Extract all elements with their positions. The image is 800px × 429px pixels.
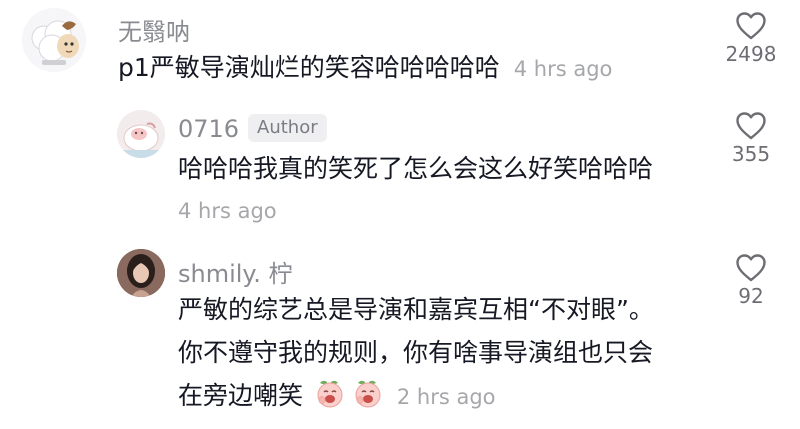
like-count: 355 [731,142,771,166]
cartoon-sheep-avatar-icon [22,8,86,72]
comment-text-last-line: 在旁边嘲笑 2 hrs ago [178,378,496,415]
comment-text-line: p1严敏导演灿烂的笑容哈哈哈哈哈 [118,53,500,82]
reply-username[interactable]: 0716 [178,115,239,143]
heart-icon [736,254,766,282]
comment-text-line: 你不遵守我的规则，你有啥事导演组也只会 [178,338,654,367]
avatar[interactable] [22,8,86,72]
like-count: 2498 [725,42,777,66]
author-badge: Author [248,114,327,142]
comment-text-line: 严敏的综艺总是导演和嘉宾互相“不对眼”。 [178,295,654,324]
like-count: 92 [738,284,764,308]
girl-photo-avatar-icon [117,249,165,297]
heart-icon [736,12,766,40]
comment-text-line: 哈哈哈我真的笑死了怎么会这么好笑哈哈哈 [178,154,654,183]
comment-text: p1严敏导演灿烂的笑容哈哈哈哈哈 4 hrs ago [118,53,612,84]
laughing-peach-emoji-icon [315,378,345,415]
pink-character-avatar-icon [117,110,165,158]
avatar[interactable] [117,249,165,297]
like-button[interactable]: 2498 [711,12,791,66]
laughing-peach-emoji-icon [353,378,383,415]
like-button[interactable]: 355 [711,112,791,166]
comment-time: 4 hrs ago [178,199,277,223]
comment-text-line: 在旁边嘲笑 [178,381,304,410]
comment-username[interactable]: 无翳呐 [118,12,190,47]
reply-username[interactable]: shmily. 柠 [178,254,292,289]
like-button[interactable]: 92 [711,254,791,308]
heart-icon [736,112,766,140]
comment-time: 2 hrs ago [396,385,496,409]
avatar[interactable] [117,110,165,158]
comment-time: 4 hrs ago [513,57,613,81]
